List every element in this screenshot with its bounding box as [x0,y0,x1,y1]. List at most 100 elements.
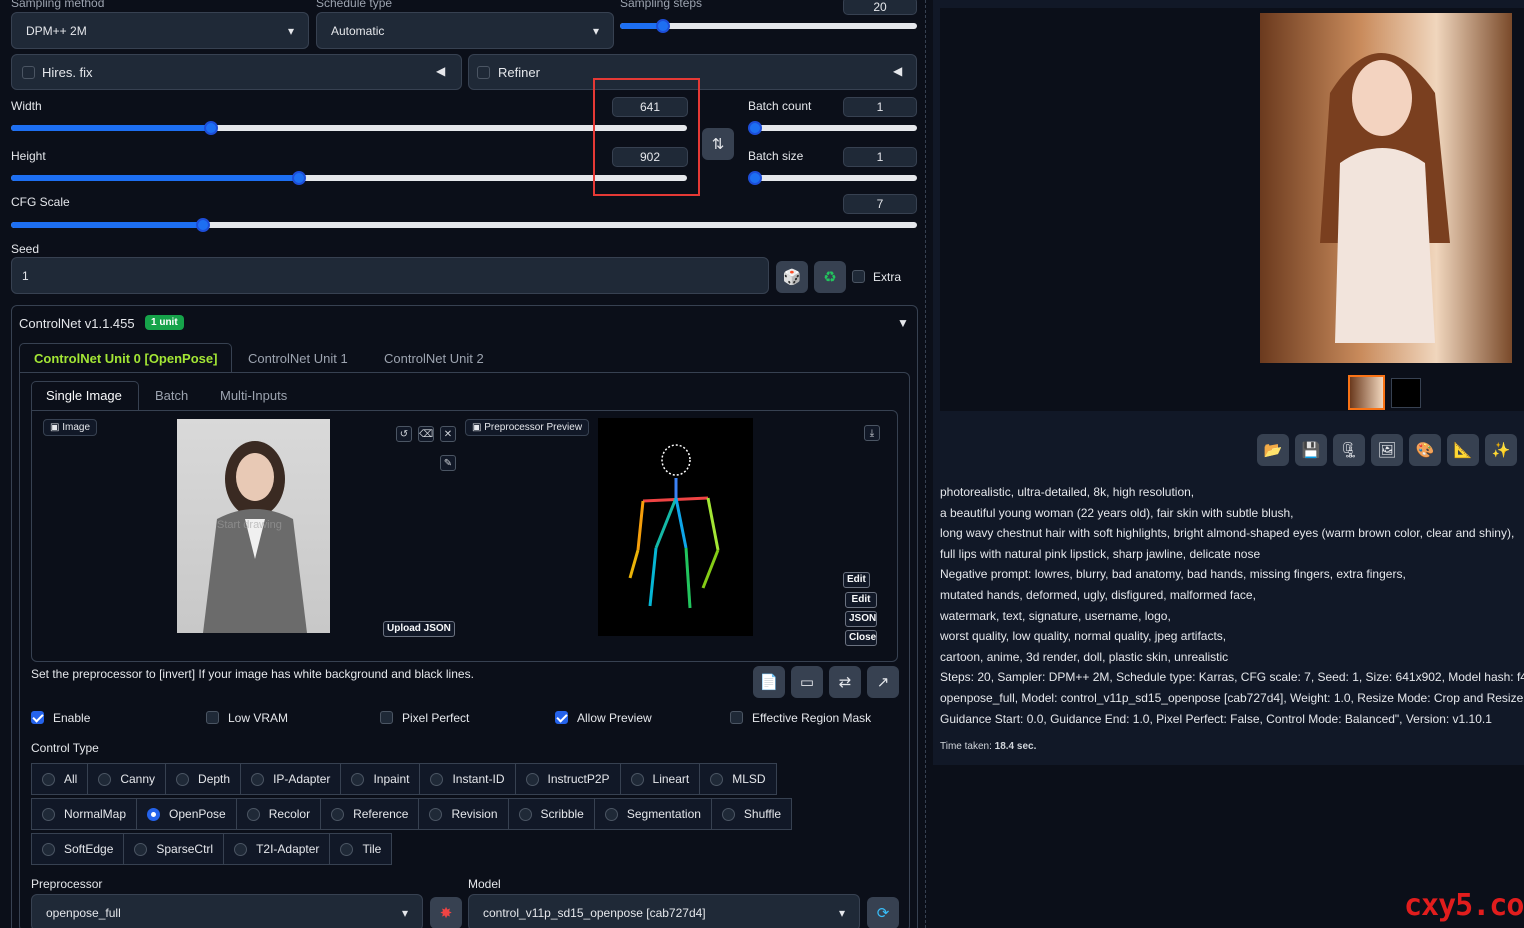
reuse-seed-button[interactable]: ♻ [814,261,846,293]
control-type-openpose[interactable]: OpenPose [136,798,237,830]
control-type-sparsectrl[interactable]: SparseCtrl [123,833,225,865]
schedule-type-dropdown[interactable]: Automatic ▾ [316,12,614,49]
refiner-checkbox[interactable] [477,66,490,79]
width-slider[interactable] [11,121,687,135]
control-type-all[interactable]: All [31,763,89,795]
download-icon[interactable]: ⤓ [864,425,880,441]
time-taken-value: 18.4 sec. [994,741,1037,752]
control-type-scribble[interactable]: Scribble [507,798,595,830]
save-button[interactable]: 💾 [1295,434,1327,466]
arrow-up-right-icon: ↗ [876,674,890,691]
undo-icon[interactable]: ↺ [396,426,412,442]
batch-size-input[interactable]: 1 [843,147,917,167]
control-type-inpaint[interactable]: Inpaint [340,763,421,795]
control-type-label: Scribble [540,807,584,821]
height-slider[interactable] [11,171,687,185]
send-to-inpaint-button[interactable]: 🎨 [1409,434,1441,466]
radio-indicator [604,807,618,821]
thumbnail-1[interactable] [1348,375,1385,410]
json-button[interactable]: JSON [845,611,877,627]
control-type-revision[interactable]: Revision [418,798,509,830]
webcam-button[interactable]: ▭ [791,666,823,698]
control-type-ip-adapter[interactable]: IP-Adapter [240,763,342,795]
control-type-shuffle[interactable]: Shuffle [710,798,793,830]
brush-icon[interactable]: ✎ [440,455,456,471]
cfg-scale-input[interactable]: 7 [843,194,917,214]
send-dimensions-button[interactable]: ↗ [867,666,899,698]
swap-images-button[interactable]: ⇄ [829,666,861,698]
info-line: full lips with natural pink lipstick, sh… [940,546,1261,561]
sampling-method-dropdown[interactable]: DPM++ 2M ▾ [11,12,309,49]
cfg-scale-slider[interactable] [11,218,917,232]
edit-button-2[interactable]: Edit [845,592,877,608]
generated-image[interactable] [1260,13,1512,363]
upscale-button[interactable]: ✨ [1485,434,1517,466]
input-tab-multi[interactable]: Multi-Inputs [220,388,287,403]
control-type-segmentation[interactable]: Segmentation [593,798,712,830]
control-type-lineart[interactable]: Lineart [619,763,701,795]
batch-size-slider[interactable] [748,171,917,185]
radio-indicator [429,807,443,821]
control-type-reference[interactable]: Reference [320,798,420,830]
close-icon[interactable]: ✕ [440,426,456,442]
control-type-recolor[interactable]: Recolor [235,798,322,830]
open-folder-button[interactable]: 📂 [1257,434,1289,466]
sampling-steps-input[interactable]: 20 [843,0,917,15]
image-area [31,410,898,662]
batch-count-slider[interactable] [748,121,917,135]
control-type-instant-id[interactable]: Instant-ID [419,763,516,795]
close-button[interactable]: Close [845,630,877,646]
refresh-models-button[interactable]: ⟳ [867,897,899,928]
control-type-depth[interactable]: Depth [165,763,242,795]
random-seed-button[interactable]: 🎲 [776,261,808,293]
send-to-img2img-button[interactable]: 🖼 [1371,434,1403,466]
upload-button[interactable]: 📄 [753,666,785,698]
control-type-tile[interactable]: Tile [329,833,393,865]
control-type-instructp2p[interactable]: InstructP2P [514,763,621,795]
collapse-arrow-icon[interactable]: ◀ [893,64,902,78]
hires-fix-accordion[interactable]: Hires. fix ◀ [11,54,462,90]
extra-seed-checkbox[interactable] [852,270,865,283]
camera-icon: ▭ [799,674,815,691]
low-vram-checkbox[interactable] [206,711,219,724]
seed-input[interactable]: 1 [11,257,769,294]
effective-region-checkbox[interactable] [730,711,743,724]
unit-tab-2[interactable]: ControlNet Unit 2 [384,351,484,366]
unit-tab-1[interactable]: ControlNet Unit 1 [248,351,348,366]
input-tab-batch[interactable]: Batch [155,388,188,403]
control-type-label: InstructP2P [547,772,610,786]
preprocessor-dropdown[interactable]: openpose_full ▾ [31,894,423,928]
control-type-normalmap[interactable]: NormalMap [31,798,138,830]
sampling-method-label: Sampling method [11,0,105,10]
send-to-extras-button[interactable]: 📐 [1447,434,1479,466]
radio-indicator [710,772,724,786]
image-icon: 🖼 [1377,442,1397,459]
hires-fix-checkbox[interactable] [22,66,35,79]
radio-indicator [721,807,735,821]
batch-count-input[interactable]: 1 [843,97,917,117]
allow-preview-checkbox[interactable] [555,711,568,724]
control-type-t2i-adapter[interactable]: T2I-Adapter [223,833,331,865]
control-type-label: Lineart [652,772,690,786]
zip-button[interactable]: 🗜 [1333,434,1365,466]
control-type-softedge[interactable]: SoftEdge [31,833,125,865]
upload-json-button[interactable]: Upload JSON [383,621,455,637]
sampling-steps-slider[interactable] [620,19,917,33]
control-type-mlsd[interactable]: MLSD [699,763,777,795]
schedule-type-value: Automatic [331,23,385,38]
eraser-icon[interactable]: ⌫ [418,426,434,442]
input-image[interactable]: Start drawing [177,419,330,633]
collapse-triangle-icon[interactable]: ▼ [897,316,909,330]
collapse-arrow-icon[interactable]: ◀ [436,64,445,78]
pixel-perfect-checkbox[interactable] [380,711,393,724]
chevron-down-icon: ▾ [838,905,845,920]
edit-button-1[interactable]: Edit [843,572,870,588]
sampling-method-value: DPM++ 2M [26,23,87,38]
run-preprocessor-button[interactable]: ✸ [430,897,462,928]
model-dropdown[interactable]: control_v11p_sd15_openpose [cab727d4] ▾ [468,894,860,928]
seed-label: Seed [11,242,40,256]
enable-checkbox[interactable] [31,711,44,724]
thumbnail-2[interactable] [1391,378,1421,408]
control-type-canny[interactable]: Canny [87,763,167,795]
swap-dimensions-button[interactable]: ⇅ [702,128,734,160]
